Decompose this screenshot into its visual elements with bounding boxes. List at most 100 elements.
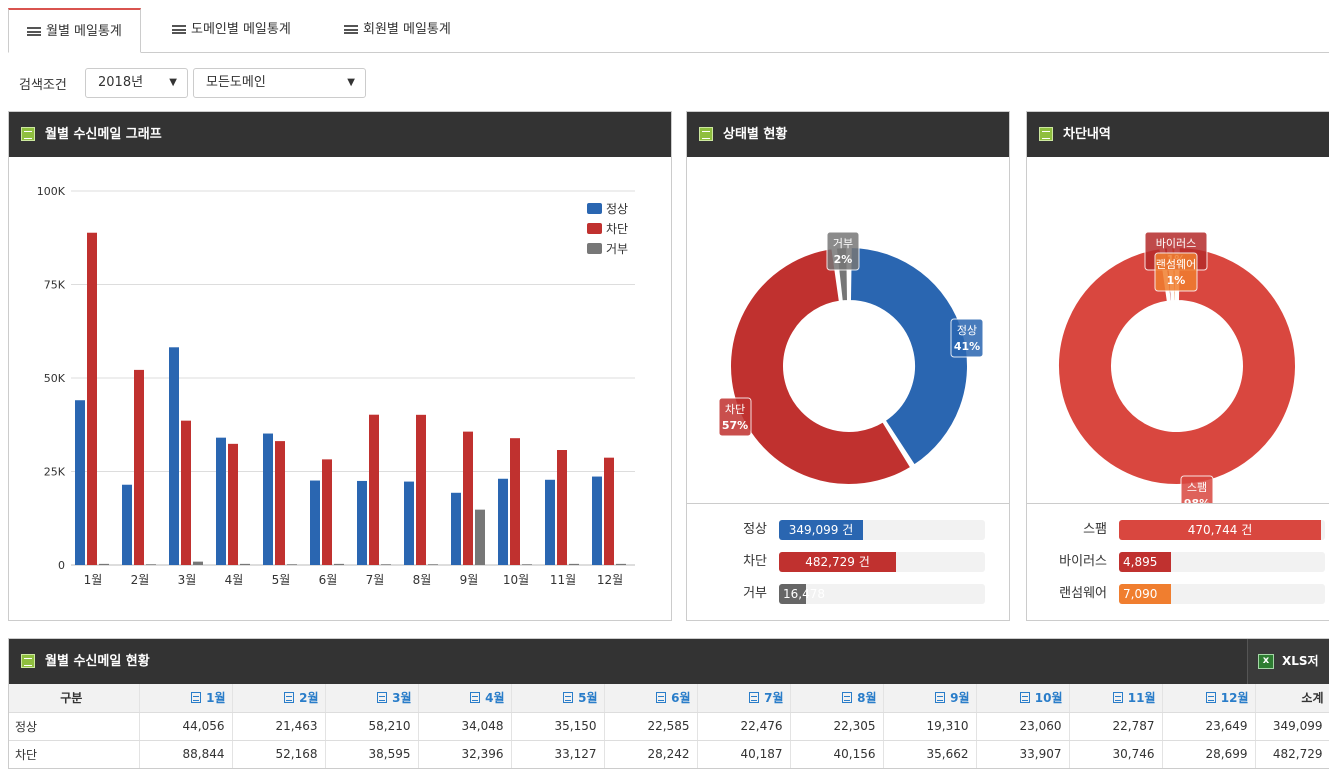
x-tick-label: 7월 <box>366 573 385 587</box>
bar[interactable] <box>428 564 438 565</box>
bar[interactable] <box>334 563 344 565</box>
legend-swatch <box>587 223 602 234</box>
month-column-header[interactable]: 8월 <box>790 684 884 713</box>
month-label: 11월 <box>1127 691 1156 706</box>
legend-label[interactable]: 정상 <box>606 202 628 216</box>
bar[interactable] <box>275 441 285 565</box>
month-column-header[interactable]: 2월 <box>232 684 326 713</box>
bar[interactable] <box>134 369 144 565</box>
month-label: 8월 <box>857 691 877 706</box>
bar[interactable] <box>522 564 532 565</box>
bar[interactable] <box>592 476 602 565</box>
bar[interactable] <box>240 563 250 565</box>
y-tick-label: 0 <box>58 559 65 572</box>
month-label: 12월 <box>1220 691 1249 706</box>
bar[interactable] <box>616 563 626 565</box>
month-column-header[interactable]: 9월 <box>883 684 977 713</box>
bar[interactable] <box>545 479 555 565</box>
bar[interactable] <box>228 443 238 565</box>
bar[interactable] <box>569 563 579 565</box>
bar[interactable] <box>87 232 97 565</box>
tab-domain-stats[interactable]: 도메인별 메일통계 <box>154 8 309 52</box>
x-tick-label: 8월 <box>413 573 432 587</box>
legend-swatch <box>587 243 602 254</box>
xls-export-button[interactable]: x XLS저장 <box>1247 639 1329 713</box>
stat-bar-label: 스팸 <box>1083 522 1107 537</box>
bar[interactable] <box>122 484 132 565</box>
bar[interactable] <box>451 492 461 565</box>
bar[interactable] <box>322 459 332 565</box>
monthly-chart-panel: 월별 수신메일 그래프 0 25K 50K 75K 100K 1월 2월 3월 4월 5월 6월 7월… <box>8 111 672 621</box>
bar[interactable] <box>287 564 297 565</box>
table-cell: 34,048 <box>418 712 512 741</box>
bar[interactable] <box>510 438 520 565</box>
bar[interactable] <box>263 433 273 565</box>
bar[interactable] <box>369 414 379 565</box>
table-row: 차단 88,844 52,168 38,595 32,396 33,127 28,242 40… <box>9 740 1329 768</box>
table-cell: 52,168 <box>232 740 326 768</box>
stat-bar-value: 482,729 건 <box>805 555 870 569</box>
divider <box>687 503 1009 504</box>
bar[interactable] <box>416 414 426 565</box>
table-cell: 35,150 <box>511 712 605 741</box>
tab-monthly-stats[interactable]: 월별 메일통계 <box>8 8 141 53</box>
domain-select-value: 모든도메인 <box>206 75 266 90</box>
bar[interactable] <box>357 480 367 565</box>
bar[interactable] <box>146 564 156 565</box>
calendar-icon <box>749 692 760 704</box>
bar[interactable] <box>75 400 85 565</box>
legend-label[interactable]: 차단 <box>606 222 628 236</box>
bar[interactable] <box>557 450 567 565</box>
monthly-stats-table: 구분 1월 2월 3월 4월 5월 6월 7월 8월 9월 10월 11월 12월 소계 정상 44,056 2… <box>9 684 1329 768</box>
month-column-header[interactable]: 1월 <box>139 684 233 713</box>
bar[interactable] <box>498 478 508 565</box>
month-label: 9월 <box>950 691 970 706</box>
stat-bar-value: 7,090 <box>1123 587 1158 601</box>
month-column-header[interactable]: 5월 <box>511 684 605 713</box>
bar[interactable] <box>463 431 473 565</box>
month-column-header[interactable]: 7월 <box>697 684 791 713</box>
year-select[interactable]: 2018년 ▼ <box>85 68 188 98</box>
month-column-header[interactable]: 4월 <box>418 684 512 713</box>
table-cell: 482,729 <box>1255 740 1329 768</box>
bar[interactable] <box>181 420 191 565</box>
x-tick-label: 9월 <box>460 573 479 587</box>
panel-title: 상태별 현황 <box>723 127 788 142</box>
bar[interactable] <box>216 437 226 565</box>
legend-label[interactable]: 거부 <box>606 242 628 256</box>
month-column-header[interactable]: 3월 <box>325 684 419 713</box>
legend-swatch <box>587 203 602 214</box>
tab-member-stats[interactable]: 회원별 메일통계 <box>326 8 469 52</box>
calendar-icon <box>1019 692 1030 704</box>
bar[interactable] <box>99 563 109 565</box>
bar[interactable] <box>604 457 614 565</box>
monthly-table-panel: 월별 수신메일 현황 x XLS저장 구분 1월 2월 3월 4월 5월 6월 7월 8월 9월 1… <box>8 638 1329 769</box>
month-column-header[interactable]: 10월 <box>976 684 1070 713</box>
stat-bar-track: 470,744 건 <box>1119 520 1325 540</box>
bar[interactable] <box>169 347 179 565</box>
bar[interactable] <box>381 564 391 565</box>
calendar-icon <box>191 692 202 704</box>
total-column-header: 소계 <box>1255 684 1329 713</box>
domain-select[interactable]: 모든도메인 ▼ <box>193 68 366 98</box>
stat-bar-label: 정상 <box>743 522 767 537</box>
slice-label: 바이러스 <box>1156 237 1196 250</box>
table-cell: 38,595 <box>325 740 419 768</box>
bar[interactable] <box>310 480 320 565</box>
month-column-header[interactable]: 6월 <box>604 684 698 713</box>
y-tick-label: 50K <box>44 372 66 385</box>
month-column-header[interactable]: 11월 <box>1069 684 1163 713</box>
calendar-icon <box>563 692 574 704</box>
table-cell: 23,060 <box>976 712 1070 741</box>
stat-bar-value: 4,895 <box>1123 555 1158 569</box>
slice-percent: 1% <box>1167 274 1186 287</box>
table-cell: 22,787 <box>1069 712 1163 741</box>
month-label: 4월 <box>485 691 505 706</box>
month-column-header[interactable]: 12월 <box>1162 684 1256 713</box>
table-cell: 22,305 <box>790 712 884 741</box>
bar[interactable] <box>475 509 485 565</box>
bar[interactable] <box>193 561 203 565</box>
month-label: 2월 <box>299 691 319 706</box>
stat-bar-row: 거부 16,478 <box>687 584 1007 604</box>
bar[interactable] <box>404 481 414 565</box>
